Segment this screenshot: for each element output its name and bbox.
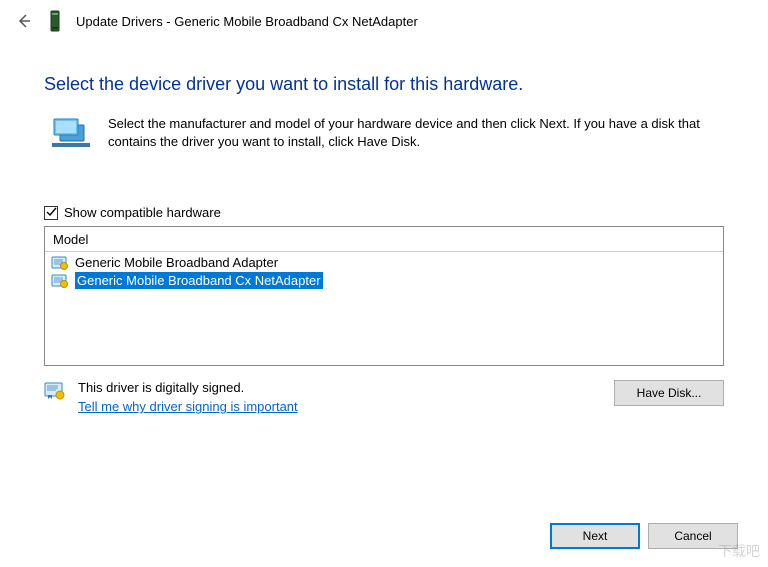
signed-row: This driver is digitally signed. Tell me… [0, 366, 768, 414]
have-disk-button[interactable]: Have Disk... [614, 380, 724, 406]
compat-label: Show compatible hardware [64, 205, 221, 220]
instruction-text: Select the manufacturer and model of you… [108, 115, 724, 151]
model-item[interactable]: Generic Mobile Broadband Cx NetAdapter [45, 271, 723, 290]
model-item-label: Generic Mobile Broadband Adapter [75, 255, 278, 270]
back-button[interactable] [14, 11, 34, 31]
back-arrow-icon [16, 13, 32, 29]
model-column-header[interactable]: Model [45, 227, 723, 252]
hardware-icon [50, 117, 92, 151]
titlebar: Update Drivers - Generic Mobile Broadban… [0, 0, 768, 40]
page-heading: Select the device driver you want to ins… [0, 40, 768, 105]
window-title: Update Drivers - Generic Mobile Broadban… [76, 14, 418, 29]
driver-signed-icon [51, 274, 69, 288]
model-item-label: Generic Mobile Broadband Cx NetAdapter [75, 272, 323, 289]
signing-info-link[interactable]: Tell me why driver signing is important [78, 399, 298, 414]
checkmark-icon [46, 207, 57, 218]
model-item[interactable]: Generic Mobile Broadband Adapter [45, 254, 723, 271]
model-list: Generic Mobile Broadband Adapter Generic… [45, 252, 723, 292]
cancel-button[interactable]: Cancel [648, 523, 738, 549]
signed-info: This driver is digitally signed. Tell me… [44, 380, 614, 414]
next-button[interactable]: Next [550, 523, 640, 549]
driver-signed-icon [51, 256, 69, 270]
signed-status-text: This driver is digitally signed. [78, 380, 298, 395]
compat-row: Show compatible hardware [0, 161, 768, 226]
model-listbox: Model Generic Mobile Broadband Adapter [44, 226, 724, 366]
instruction-row: Select the manufacturer and model of you… [0, 105, 768, 161]
authenticode-icon [44, 382, 66, 400]
compat-checkbox[interactable] [44, 206, 58, 220]
footer-buttons: Next Cancel [550, 523, 738, 549]
device-icon [46, 10, 64, 32]
